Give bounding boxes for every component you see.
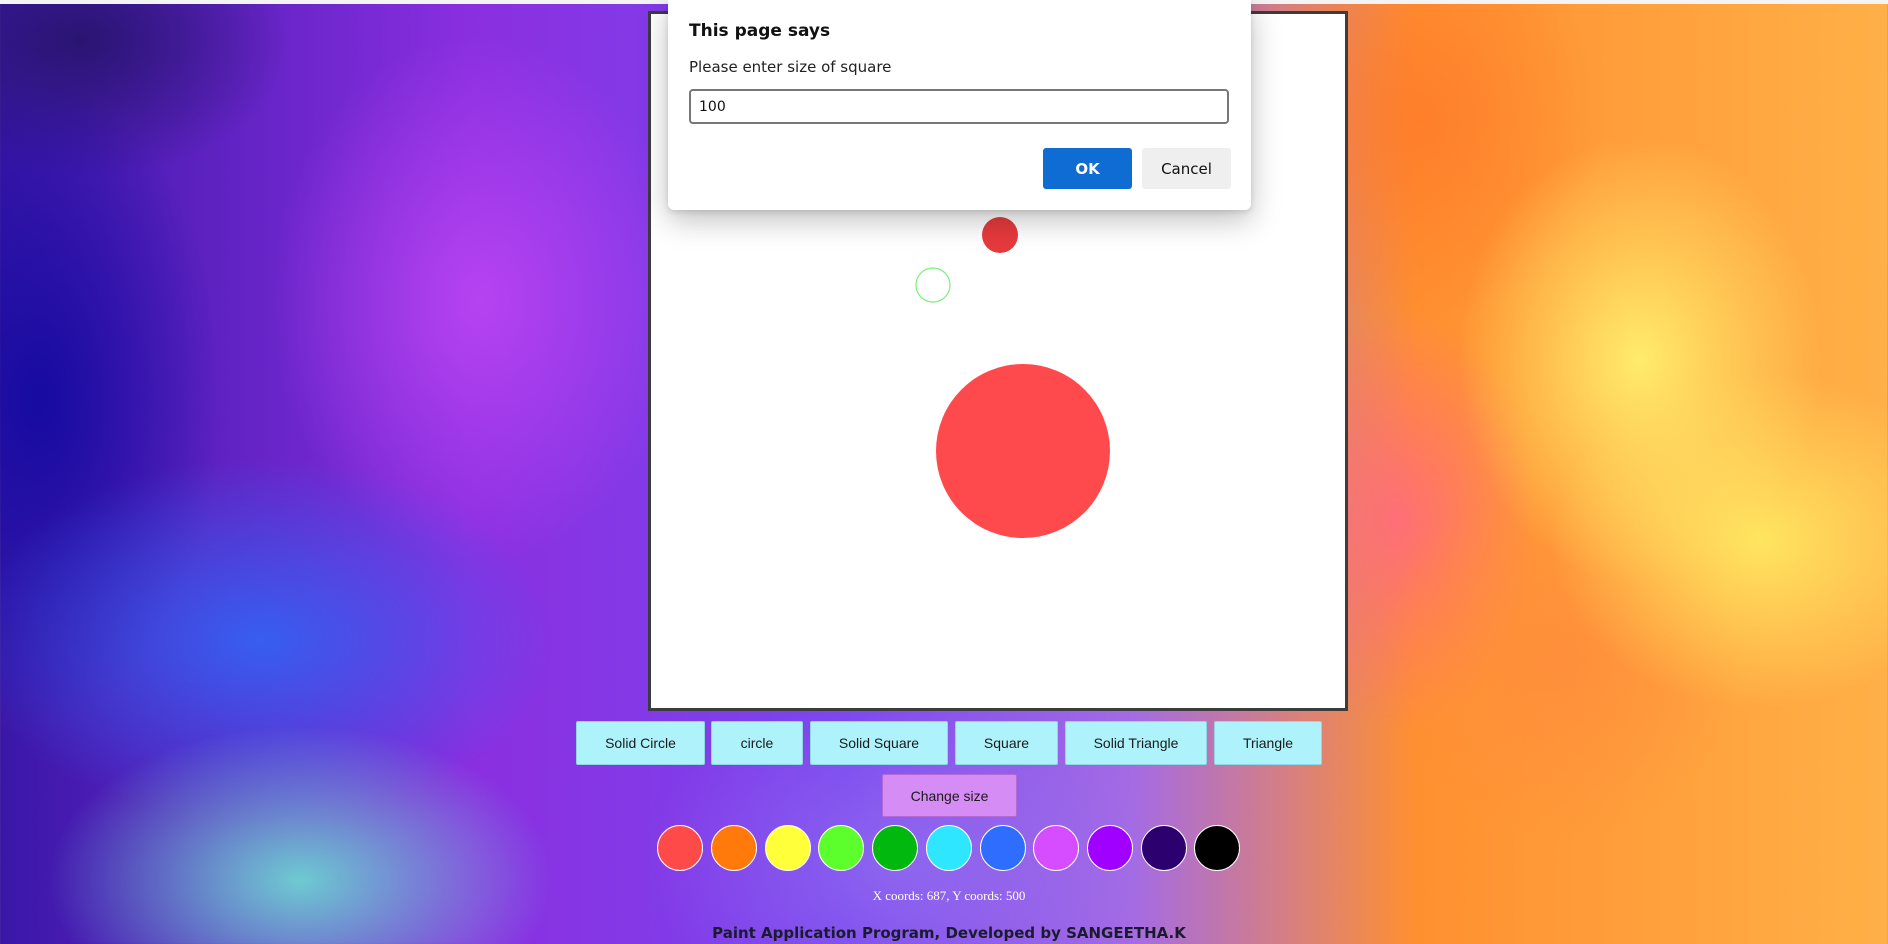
cancel-button[interactable]: Cancel xyxy=(1142,148,1231,189)
dialog-title: This page says xyxy=(689,21,831,41)
solid-triangle-button[interactable]: Solid Triangle xyxy=(1065,721,1207,765)
color-swatch-yellow[interactable] xyxy=(765,825,811,871)
small-outline-green-circle xyxy=(915,267,951,303)
color-swatch-indigo[interactable] xyxy=(1141,825,1187,871)
large-solid-red-circle xyxy=(936,364,1110,538)
color-swatch-cyan[interactable] xyxy=(926,825,972,871)
dialog-message: Please enter size of square xyxy=(689,58,892,76)
color-swatch-orange[interactable] xyxy=(711,825,757,871)
footer-credit: Paint Application Program, Developed by … xyxy=(712,924,1186,942)
solid-circle-button[interactable]: Solid Circle xyxy=(576,721,705,765)
coords-readout: X coords: 687, Y coords: 500 xyxy=(872,888,1026,903)
triangle-button[interactable]: Triangle xyxy=(1214,721,1322,765)
color-swatch-pink[interactable] xyxy=(1033,825,1079,871)
solid-square-button[interactable]: Solid Square xyxy=(810,721,948,765)
color-swatch-red[interactable] xyxy=(657,825,703,871)
prompt-dialog: This page says Please enter size of squa… xyxy=(668,0,1251,210)
circle-button[interactable]: circle xyxy=(711,721,803,765)
square-button[interactable]: Square xyxy=(955,721,1058,765)
color-swatch-black[interactable] xyxy=(1194,825,1240,871)
small-solid-red-circle xyxy=(982,217,1018,253)
color-swatch-light-green[interactable] xyxy=(818,825,864,871)
ok-button[interactable]: OK xyxy=(1043,148,1132,189)
color-swatch-purple[interactable] xyxy=(1087,825,1133,871)
color-swatch-blue[interactable] xyxy=(980,825,1026,871)
color-swatch-green[interactable] xyxy=(872,825,918,871)
change-size-button[interactable]: Change size xyxy=(882,774,1017,817)
size-input[interactable] xyxy=(689,89,1229,124)
